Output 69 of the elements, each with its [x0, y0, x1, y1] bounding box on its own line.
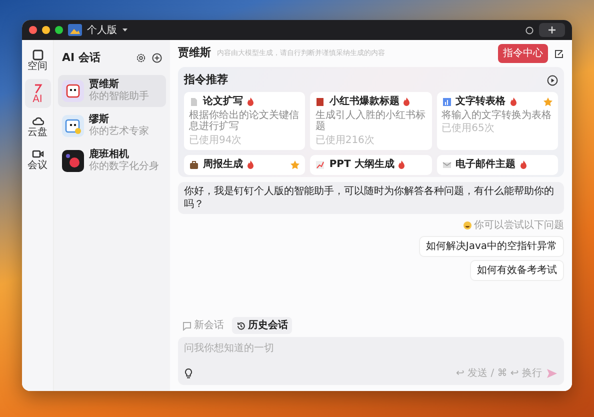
- add-icon[interactable]: [152, 53, 162, 64]
- session-name: 鹿班相机: [89, 148, 130, 160]
- command-card[interactable]: PPT 大纲生成: [310, 154, 432, 174]
- window-control-dot[interactable]: [29, 26, 37, 34]
- play-circle-icon[interactable]: [547, 74, 558, 86]
- session-name: 贾维斯: [89, 78, 119, 90]
- robot-avatar: [62, 80, 84, 102]
- card-title: 文字转表格: [456, 96, 506, 108]
- book-icon: [315, 96, 326, 106]
- mail-icon: [442, 160, 452, 170]
- session-description: 你的智能助手: [89, 90, 149, 102]
- lightbulb-icon[interactable]: [184, 368, 193, 379]
- suggested-question[interactable]: 如何有效备考考试: [470, 260, 564, 281]
- rail-tab[interactable]: 会议: [24, 145, 50, 174]
- caret-icon[interactable]: [122, 28, 128, 32]
- trend-icon: [315, 160, 326, 170]
- briefcase-icon: [189, 160, 199, 170]
- square-icon: [32, 49, 44, 61]
- rail-tab[interactable]: 云盘: [24, 112, 50, 141]
- command-card[interactable]: 论文扩写 根据你给出的论文关键信息进行扩写 已使用94次: [184, 92, 306, 150]
- usage-count: 已使用94次: [189, 134, 243, 146]
- history-icon: [236, 320, 246, 330]
- usage-count: 已使用65次: [442, 123, 496, 134]
- chat-message: 你好，我是钉钉个人版的智能助手，可以随时为你解答各种问题，有什么能帮助你的吗？: [178, 182, 564, 214]
- command-center-button[interactable]: 指令中心: [498, 44, 548, 63]
- cloud-icon: [32, 115, 44, 127]
- suggested-question[interactable]: 如何解决Java中的空指针异常: [418, 236, 564, 257]
- add-button[interactable]: [539, 23, 565, 37]
- mountain-logo-icon: [68, 24, 82, 36]
- panel-title: 指令推荐: [184, 72, 229, 88]
- command-card[interactable]: 文字转表格 将输入的文字转换为表格 已使用65次: [436, 92, 558, 150]
- toolbar-button[interactable]: 历史会话: [232, 317, 292, 334]
- camera-avatar: [62, 150, 84, 172]
- window-control-dot[interactable]: [42, 26, 50, 34]
- chart-icon: [442, 96, 452, 106]
- card-title: 小红书爆款标题: [329, 96, 400, 108]
- plus-icon: [548, 26, 556, 34]
- chat-bubble-icon: [182, 320, 192, 330]
- window-control-dot[interactable]: [55, 26, 63, 34]
- session-item[interactable]: 贾维斯 你的智能助手: [58, 74, 166, 106]
- palette-avatar: [62, 114, 84, 136]
- workspace-switcher[interactable]: 个人版: [87, 22, 117, 38]
- card-title: 电子邮件主题: [456, 158, 516, 170]
- session-item[interactable]: 鹿班相机 你的数字化分身: [58, 144, 166, 176]
- session-description: 你的数字化分身: [89, 160, 159, 172]
- smiley-icon: [463, 221, 472, 230]
- suggestion-hint: 你可以尝试以下问题: [474, 218, 564, 233]
- usage-count: 已使用216次: [315, 134, 376, 146]
- card-title: 周报生成: [203, 158, 243, 170]
- settings-icon[interactable]: [136, 53, 146, 64]
- shortcut-hint: ↩ 发送 / ⌘ ↩ 换行: [456, 367, 542, 381]
- card-title: PPT 大纲生成: [329, 158, 394, 170]
- session-name: 缪斯: [89, 114, 109, 126]
- circle-icon[interactable]: [525, 26, 534, 34]
- card-title: 论文扩写: [203, 96, 243, 108]
- video-camera-icon: [32, 148, 44, 160]
- card-description: 将输入的文字转换为表格: [442, 110, 553, 121]
- edit-icon[interactable]: [554, 48, 564, 58]
- command-card[interactable]: 小红书爆款标题 生成引人入胜的小红书标题 已使用216次: [310, 92, 432, 150]
- session-description: 你的艺术专家: [89, 126, 149, 138]
- command-card[interactable]: 电子邮件主题: [436, 154, 558, 174]
- command-card[interactable]: 周报生成: [184, 154, 306, 174]
- doc-icon: [189, 96, 199, 106]
- panel-title: AI 会话: [62, 50, 102, 66]
- card-description: 生成引人入胜的小红书标题: [315, 110, 426, 132]
- session-item[interactable]: 缪斯 你的艺术专家: [58, 110, 166, 142]
- rail-tab[interactable]: 空间: [24, 46, 50, 75]
- card-description: 根据你给出的论文关键信息进行扩写: [189, 110, 300, 132]
- assistant-title: 贾维斯: [178, 45, 211, 62]
